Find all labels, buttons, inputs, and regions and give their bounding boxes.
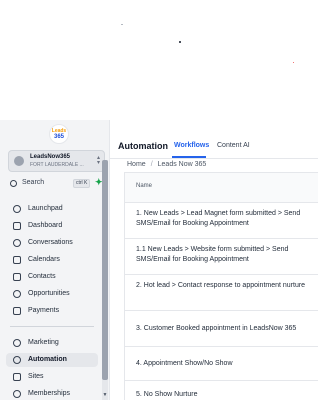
sidebar-item-calendars[interactable]: Calendars [6,253,98,267]
dashboard-icon [13,222,21,230]
tab-workflows[interactable]: Workflows [174,142,209,149]
rocket-icon [13,205,21,213]
account-location: FORT LAUDERDALE ... [30,162,84,168]
search-shortcut: ctrl K [73,179,91,188]
sidebar-item-label: Sites [28,373,44,380]
sidebar-item-marketing[interactable]: Marketing [6,336,98,350]
search-button[interactable]: Search ctrl K [10,178,92,190]
breadcrumb-home[interactable]: Home [127,161,146,168]
table-row[interactable]: 4. Appointment Show/No Show [125,347,318,381]
scrollbar-thumb[interactable] [102,160,108,380]
sidebar-item-label: Marketing [28,339,59,346]
table-header: Name [125,173,318,203]
sidebar-item-label: Memberships [28,390,71,397]
artifact-dot [121,24,123,25]
column-header-name[interactable]: Name [136,183,152,189]
workflow-name[interactable]: 1.1 New Leads > Website form submitted >… [136,245,313,265]
workflow-name[interactable]: 5. No Show Nurture [136,390,313,400]
sidebar-item-label: Payments [28,307,60,314]
sidebar-item-dashboard[interactable]: Dashboard [6,219,98,233]
table-row[interactable]: 3. Customer Booked appointment in LeadsN… [125,311,318,347]
sidebar: Leads 365 LeadsNow365 FORT LAUDERDALE ..… [0,120,110,400]
breadcrumb-current: Leads Now 365 [157,161,207,168]
scroll-down-icon[interactable]: ▼ [102,392,108,398]
sidebar-item-label: Calendars [28,256,60,263]
workflow-name[interactable]: 2. Hot lead > Contact response to appoin… [136,281,313,291]
tab-content-ai[interactable]: Content AI [217,142,250,149]
chevron-updown-icon: ▴ ▾ [96,155,100,166]
sidebar-item-label: Dashboard [28,222,63,229]
sidebar-item-automation[interactable]: Automation [6,353,98,367]
marketing-icon [13,339,21,347]
sidebar-scrollbar[interactable]: ▼ [102,160,108,400]
logo-mark: Leads 365 [52,128,66,140]
sidebar-item-memberships[interactable]: Memberships [6,387,98,400]
workflow-name[interactable]: 1. New Leads > Lead Magnet form submitte… [136,209,313,229]
logo-text-bottom: 365 [53,134,64,140]
memberships-icon [13,390,21,398]
artifact-dot [179,41,181,43]
artifact-dot [293,62,294,63]
sites-icon [13,373,21,381]
workflows-table: Name 1. New Leads > Lead Magnet form sub… [124,172,318,400]
sidebar-divider [10,326,94,327]
brand-logo[interactable]: Leads 365 [49,124,69,144]
table-row[interactable]: 2. Hot lead > Contact response to appoin… [125,275,318,311]
automation-icon [13,356,21,364]
table-row[interactable]: 1. New Leads > Lead Magnet form submitte… [125,203,318,239]
workflow-name[interactable]: 3. Customer Booked appointment in LeadsN… [136,324,313,334]
sidebar-item-payments[interactable]: Payments [6,304,98,318]
search-icon [10,180,17,187]
opportunities-icon [13,290,21,298]
sidebar-item-label: Conversations [28,239,73,246]
search-label: Search [22,179,45,186]
sidebar-item-label: Automation [28,356,67,363]
sidebar-item-label: Opportunities [28,290,70,297]
sidebar-item-contacts[interactable]: Contacts [6,270,98,284]
sidebar-item-opportunities[interactable]: Opportunities [6,287,98,301]
page-title: Automation [118,141,168,151]
calendar-icon [13,256,21,264]
chat-icon [13,239,21,247]
breadcrumb-separator: / [150,161,153,168]
contacts-icon [13,273,21,281]
breadcrumb: Home / Leads Now 365 [127,161,206,168]
header-divider [110,158,318,159]
sidebar-item-label: Contacts [28,273,56,280]
workflow-name[interactable]: 4. Appointment Show/No Show [136,359,313,369]
payments-icon [13,307,21,315]
account-name: LeadsNow365 [30,154,71,160]
sidebar-item-conversations[interactable]: Conversations [6,236,98,250]
location-icon [14,156,24,166]
table-row[interactable]: 5. No Show Nurture [125,381,318,400]
table-row[interactable]: 1.1 New Leads > Website form submitted >… [125,239,318,275]
sidebar-item-label: Launchpad [28,205,63,212]
account-switcher[interactable]: LeadsNow365 FORT LAUDERDALE ... ▴ ▾ [8,150,105,172]
main-content: Automation Workflows Content AI Home / Lea… [110,120,318,400]
sidebar-item-launchpad[interactable]: Launchpad [6,202,98,216]
sidebar-item-sites[interactable]: Sites [6,370,98,384]
